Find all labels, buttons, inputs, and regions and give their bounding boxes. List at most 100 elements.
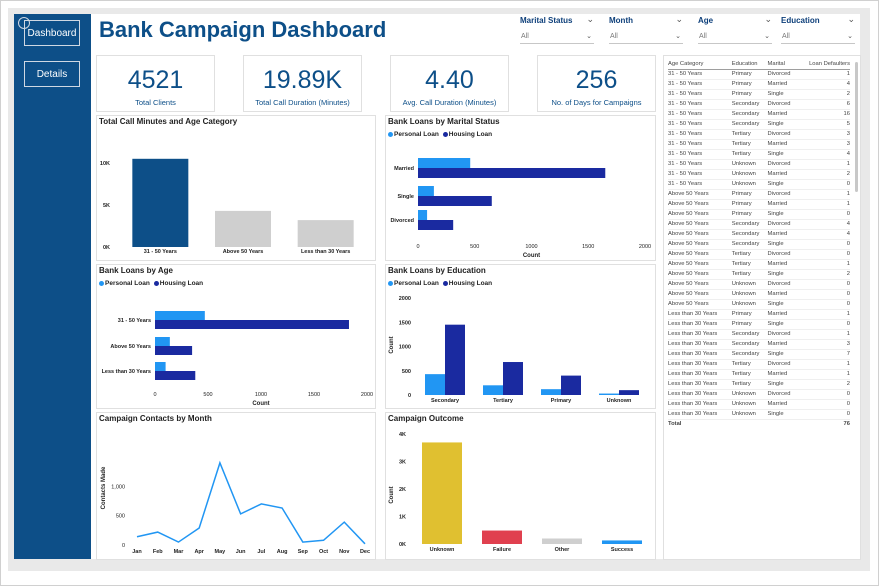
- y-tick-label: 5K: [103, 203, 110, 209]
- nav-details-button[interactable]: Details: [24, 61, 80, 87]
- kpi-card-total-clients: 4521 Total Clients: [97, 56, 214, 111]
- table-row[interactable]: 31 - 50 Years Unknown Married 2: [668, 169, 850, 180]
- table-row[interactable]: 31 - 50 Years Primary Single 2: [668, 89, 850, 100]
- chart-age-minutes[interactable]: Total Call Minutes and Age Category 0K 5K…: [97, 116, 375, 260]
- x-tick-label: May: [215, 549, 227, 555]
- loan-defaulters-table: Age Category Education Marital Loan Defa…: [668, 59, 850, 429]
- chevron-down-icon[interactable]: ⌄: [675, 14, 683, 25]
- table-row[interactable]: 31 - 50 Years Primary Divorced 1: [668, 69, 850, 80]
- table-cell: 2: [797, 269, 850, 280]
- filter-value[interactable]: All ⌄: [520, 31, 594, 44]
- x-tick-label: Unknown: [607, 398, 632, 404]
- table-row[interactable]: 31 - 50 Years Secondary Divorced 6: [668, 99, 850, 110]
- table-cell: Less than 30 Years: [668, 329, 732, 340]
- bar-personal-loan: [425, 374, 445, 395]
- table-cell: Secondary: [731, 219, 768, 230]
- sidebar: Dashboard Details: [14, 14, 91, 559]
- bar-personal-loan: [599, 393, 619, 395]
- table-row[interactable]: Above 50 Years Tertiary Divorced 0: [668, 249, 850, 260]
- chevron-down-icon[interactable]: ⌄: [847, 14, 855, 25]
- chart-loans-education[interactable]: Bank Loans by Education Personal Loan Ho…: [386, 265, 655, 408]
- y-tick-label: 1500: [399, 320, 411, 326]
- column-header[interactable]: Marital: [767, 59, 798, 70]
- table-row[interactable]: Above 50 Years Tertiary Married 1: [668, 259, 850, 270]
- table-row[interactable]: Above 50 Years Secondary Married 4: [668, 229, 850, 240]
- x-tick-label: Dec: [360, 549, 370, 555]
- filter-marital-status[interactable]: Marital Status ⌄ All ⌄: [520, 14, 594, 44]
- table-cell: Married: [767, 109, 798, 120]
- table-row[interactable]: Less than 30 Years Tertiary Married 1: [668, 369, 850, 380]
- chevron-down-icon[interactable]: ⌄: [586, 14, 594, 25]
- table-row[interactable]: Less than 30 Years Secondary Married 3: [668, 339, 850, 350]
- chart-campaign-outcome[interactable]: Campaign Outcome 0K 1K 2K 3K 4K Count Unknown F…: [386, 413, 655, 559]
- table-row[interactable]: 31 - 50 Years Tertiary Single 4: [668, 149, 850, 160]
- filter-value[interactable]: All ⌄: [609, 31, 683, 44]
- table-row[interactable]: 31 - 50 Years Tertiary Married 3: [668, 139, 850, 150]
- table-cell: Divorced: [767, 189, 798, 200]
- table-row[interactable]: 31 - 50 Years Tertiary Divorced 3: [668, 129, 850, 140]
- filter-month[interactable]: Month ⌄ All ⌄: [609, 14, 683, 44]
- table-row[interactable]: Less than 30 Years Unknown Divorced 0: [668, 389, 850, 400]
- table-row[interactable]: Above 50 Years Secondary Divorced 4: [668, 219, 850, 230]
- table-total-row: Total 76: [668, 418, 850, 429]
- table-row[interactable]: Above 50 Years Unknown Single 0: [668, 299, 850, 310]
- chevron-down-icon[interactable]: ⌄: [847, 31, 853, 42]
- y-tick-label: Married: [394, 166, 414, 172]
- x-tick-label: Apr: [194, 549, 204, 555]
- table-cell: Married: [767, 309, 798, 320]
- table-cell: Less than 30 Years: [668, 309, 732, 320]
- table-row[interactable]: Less than 30 Years Primary Married 1: [668, 309, 850, 320]
- table-cell: Less than 30 Years: [668, 369, 732, 380]
- table-cell: Single: [767, 409, 798, 420]
- chart-contacts-month[interactable]: Campaign Contacts by Month 0 500 1,000 Cont…: [97, 413, 375, 559]
- table-row[interactable]: Less than 30 Years Secondary Single 7: [668, 349, 850, 360]
- column-header[interactable]: Loan Defaulters: [797, 59, 850, 70]
- table-row[interactable]: Less than 30 Years Tertiary Divorced 1: [668, 359, 850, 370]
- filter-value[interactable]: All ⌄: [781, 31, 855, 44]
- empty-cell: [767, 418, 798, 429]
- filter-age[interactable]: Age ⌄ All ⌄: [698, 14, 772, 44]
- chevron-down-icon[interactable]: ⌄: [764, 14, 772, 25]
- table-row[interactable]: Above 50 Years Unknown Divorced 0: [668, 279, 850, 290]
- y-tick-label: Single: [397, 194, 414, 200]
- filter-value[interactable]: All ⌄: [698, 31, 772, 44]
- chevron-down-icon[interactable]: ⌄: [586, 31, 592, 42]
- table-cell: Unknown: [731, 299, 768, 310]
- table-row[interactable]: Above 50 Years Primary Single 0: [668, 209, 850, 220]
- table-row[interactable]: Above 50 Years Primary Married 1: [668, 199, 850, 210]
- table-scrollbar[interactable]: [855, 62, 858, 192]
- table-row[interactable]: Less than 30 Years Primary Single 0: [668, 319, 850, 330]
- bar: [542, 538, 582, 544]
- table-row[interactable]: Above 50 Years Secondary Single 0: [668, 239, 850, 250]
- table-cell: Divorced: [767, 69, 798, 80]
- nav-dashboard-button[interactable]: Dashboard: [24, 20, 80, 46]
- chart-loans-marital[interactable]: Bank Loans by Marital Status Personal Lo…: [386, 116, 655, 260]
- table-cell: Single: [767, 379, 798, 390]
- table-row[interactable]: Above 50 Years Tertiary Single 2: [668, 269, 850, 280]
- table-cell: 31 - 50 Years: [668, 179, 732, 190]
- table-row[interactable]: Less than 30 Years Unknown Married 0: [668, 399, 850, 410]
- table-row[interactable]: Less than 30 Years Tertiary Single 2: [668, 379, 850, 390]
- bar: [482, 530, 522, 544]
- table-row[interactable]: 31 - 50 Years Unknown Divorced 1: [668, 159, 850, 170]
- table-row[interactable]: 31 - 50 Years Secondary Single 5: [668, 119, 850, 130]
- table-cell: Above 50 Years: [668, 239, 732, 250]
- chevron-down-icon[interactable]: ⌄: [764, 31, 770, 42]
- loan-defaulters-table-panel[interactable]: Age Category Education Marital Loan Defa…: [664, 56, 860, 559]
- chart-loans-age[interactable]: Bank Loans by Age Personal Loan Housing …: [97, 265, 375, 408]
- bar-personal-loan: [155, 362, 166, 371]
- table-row[interactable]: Less than 30 Years Secondary Divorced 1: [668, 329, 850, 340]
- table-row[interactable]: Less than 30 Years Unknown Single 0: [668, 409, 850, 420]
- column-header[interactable]: Education: [731, 59, 768, 70]
- table-row[interactable]: 31 - 50 Years Primary Married 4: [668, 79, 850, 90]
- filter-education[interactable]: Education ⌄ All ⌄: [781, 14, 855, 44]
- table-row[interactable]: 31 - 50 Years Unknown Single 0: [668, 179, 850, 190]
- table-row[interactable]: Above 50 Years Unknown Married 0: [668, 289, 850, 300]
- table-cell: Less than 30 Years: [668, 319, 732, 330]
- column-header[interactable]: Age Category: [668, 59, 732, 70]
- chevron-down-icon[interactable]: ⌄: [675, 31, 681, 42]
- table-cell: Primary: [731, 309, 768, 320]
- table-row[interactable]: 31 - 50 Years Secondary Married 16: [668, 109, 850, 120]
- bar-housing-loan: [503, 362, 523, 395]
- table-row[interactable]: Above 50 Years Primary Divorced 1: [668, 189, 850, 200]
